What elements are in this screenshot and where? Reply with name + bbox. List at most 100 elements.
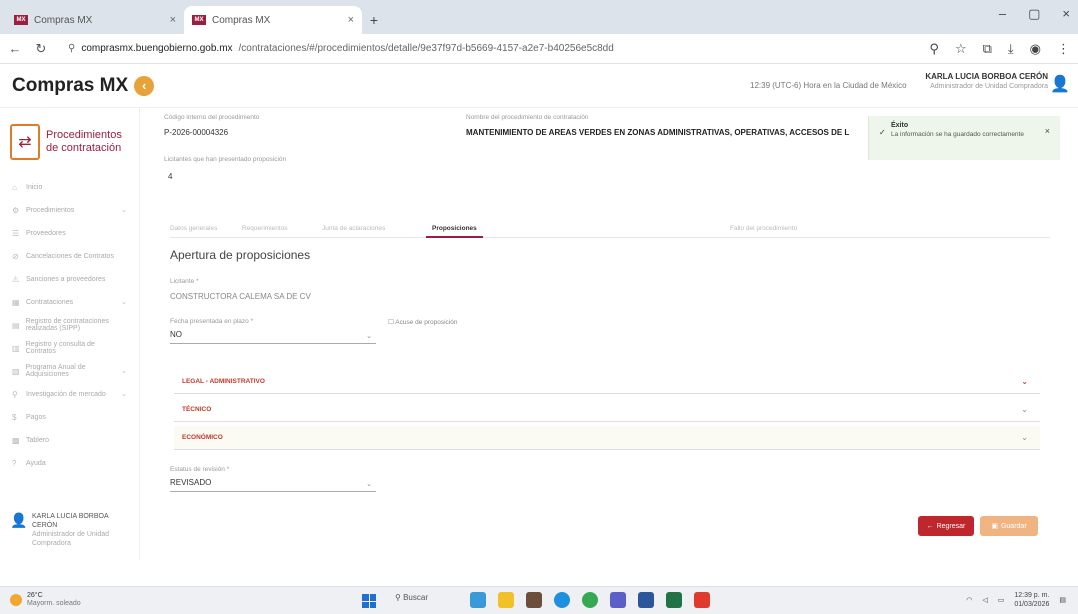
nav-item-icon: ⌂ (12, 182, 17, 192)
taskbar-search[interactable]: ⚲ Buscar (395, 593, 428, 602)
sidebar-item-label: Ayuda (26, 459, 46, 467)
back-button[interactable]: ← Regresar (918, 516, 974, 536)
section-legal[interactable]: LEGAL - ADMINISTRATIVO ⌄ (174, 370, 1040, 394)
sidebar-item[interactable]: ▩ Tablero (0, 429, 139, 451)
start-button[interactable] (362, 594, 376, 608)
chevron-down-icon: ⌄ (121, 391, 127, 398)
back-arrow-icon[interactable]: ← (8, 41, 22, 56)
save-button-label: Guardar (1000, 522, 1027, 530)
sidebar-item-label: Registro de contrataciones realizadas (S… (25, 318, 109, 332)
weather-widget[interactable]: 26°C Mayorm. soleado (10, 592, 81, 608)
app-widgets-icon[interactable] (470, 592, 486, 608)
sidebar-item[interactable]: ▧ Programa Anual de Adquisiciones ⌄ (0, 360, 139, 382)
sidebar-item[interactable]: ▥ Registro y consulta de Contratos (0, 337, 139, 359)
chevron-down-icon: ⌄ (1021, 433, 1028, 442)
procedures-module-icon: ⇄ (10, 124, 40, 160)
sidebar-item[interactable]: ⚲ Investigación de mercado ⌄ (0, 383, 139, 405)
excel-icon[interactable] (666, 592, 682, 608)
close-icon[interactable]: × (1045, 126, 1050, 136)
teams-icon[interactable] (610, 592, 626, 608)
check-icon: ✓ (879, 128, 886, 137)
new-tab-button[interactable]: + (362, 6, 386, 34)
chevron-down-icon: ⌄ (1021, 377, 1028, 386)
app-logo: Compras MX ‹ (12, 75, 155, 97)
toast-title: Éxito (891, 122, 909, 129)
menu-icon[interactable]: ⋮ (1057, 41, 1070, 57)
browser-tab-1[interactable]: MX Compras MX × (6, 6, 184, 34)
module-card: ⇄ Procedimientos de contratación (10, 116, 129, 168)
late-select[interactable]: NO ⌄ (170, 330, 376, 344)
nav-item-icon: ▧ (12, 366, 20, 376)
sidebar-item[interactable]: ▦ Contrataciones ⌄ (0, 291, 139, 313)
app-icon[interactable] (526, 592, 542, 608)
sidebar-item-label: Contrataciones (26, 298, 74, 306)
site-settings-icon[interactable]: ⚲ (68, 43, 75, 54)
profile-icon[interactable]: ◉ (1030, 41, 1041, 57)
section-tecnico[interactable]: TÉCNICO ⌄ (174, 398, 1040, 422)
address-bar: ← ↻ ⚲ comprasmx.buengobierno.gob.mx/cont… (0, 34, 1078, 64)
tab-requerimientos[interactable]: Requerimientos (242, 222, 288, 238)
header-clock: 12:39 (UTC-6) Hora en la Ciudad de Méxic… (750, 81, 907, 90)
collapse-sidebar-icon[interactable]: ‹ (134, 75, 155, 96)
section-economico-label: ECONÓMICO (182, 434, 223, 441)
sidebar-item[interactable]: ⌂ Inicio (0, 176, 139, 198)
wifi-icon[interactable]: ◠ (966, 596, 972, 604)
nav-item-icon: ⚙ (12, 205, 20, 215)
sidebar-item-label: Investigación de mercado (26, 390, 106, 398)
close-tab-icon[interactable]: × (170, 14, 176, 26)
sidebar-nav: ⌂ Inicio ⚙ Procedimientos ⌄ ☰ Proveedores ⊘ Canc… (0, 176, 139, 474)
notifications-icon[interactable]: ▤ (1059, 596, 1066, 604)
section-economico[interactable]: ECONÓMICO ⌄ (174, 426, 1040, 450)
battery-icon[interactable]: ▭ (998, 596, 1005, 604)
system-clock[interactable]: 12:39 p. m. 01/03/2026 (1014, 591, 1049, 609)
reload-icon[interactable]: ↻ (34, 41, 48, 57)
sidebar-item[interactable]: ☰ Proveedores (0, 222, 139, 244)
close-window-icon[interactable]: × (1062, 6, 1070, 22)
user-avatar-icon[interactable]: 👤 (1050, 74, 1070, 96)
nav-item-icon: ⊘ (12, 251, 19, 261)
close-tab-icon[interactable]: × (348, 14, 354, 26)
sidebar-item[interactable]: ? Ayuda (0, 452, 139, 474)
section-legal-label: LEGAL - ADMINISTRATIVO (182, 378, 265, 385)
sidebar-item[interactable]: ⚠ Sanciones a proveedores (0, 268, 139, 290)
minimize-icon[interactable]: – (999, 6, 1006, 22)
download-icon[interactable]: ⤓ (1008, 41, 1014, 57)
sidebar-user[interactable]: 👤 KARLA LUCIA BORBOA CERÓN Administrador… (10, 512, 130, 548)
browser-tab-2[interactable]: MX Compras MX × (184, 6, 362, 34)
nav-item-icon: ⚠ (12, 274, 20, 284)
sun-icon (10, 594, 22, 606)
header-user[interactable]: KARLA LUCIA BORBOA CERÓN Administrador d… (920, 72, 1048, 90)
sidebar-item[interactable]: ⊘ Cancelaciones de Contratos (0, 245, 139, 267)
extensions-icon[interactable]: ⧉ (983, 41, 992, 57)
word-icon[interactable] (638, 592, 654, 608)
sidebar-item[interactable]: ⚙ Procedimientos ⌄ (0, 199, 139, 221)
tab-datos-generales[interactable]: Datos generales (170, 222, 217, 238)
acrobat-icon[interactable] (694, 592, 710, 608)
tab-proposiciones[interactable]: Proposiciones (426, 222, 483, 238)
chrome-icon[interactable] (582, 592, 598, 608)
name-value: MANTENIMIENTO DE AREAS VERDES EN ZONAS A… (466, 128, 850, 137)
sidebar-item[interactable]: $ Pagos (0, 406, 139, 428)
volume-icon[interactable]: ◁ (982, 596, 987, 604)
header-user-role: Administrador de Unidad Compradora (930, 83, 1048, 90)
nav-item-icon: ☰ (12, 228, 20, 238)
tab-fallo[interactable]: Fallo del procedimiento (730, 222, 797, 238)
file-explorer-icon[interactable] (498, 592, 514, 608)
sidebar-user-name: KARLA LUCIA BORBOA CERÓN (32, 513, 109, 529)
maximize-icon[interactable]: ▢ (1028, 6, 1040, 22)
browser-tabbar: MX Compras MX × MX Compras MX × + – ▢ × (0, 0, 1078, 34)
chevron-down-icon: ⌄ (366, 333, 372, 340)
nav-item-icon: ? (12, 458, 17, 468)
status-select[interactable]: REVISADO ⌄ (170, 478, 376, 492)
edge-icon[interactable] (554, 592, 570, 608)
main-content: Código interno del procedimiento P-2026-… (140, 108, 1078, 560)
star-icon[interactable]: ☆ (955, 41, 967, 57)
url-field[interactable]: ⚲ comprasmx.buengobierno.gob.mx/contrata… (60, 38, 917, 60)
acuse-link[interactable]: ☐ Acuse de proposición (388, 318, 457, 326)
save-button[interactable]: ▣ Guardar (980, 516, 1038, 536)
late-label: Fecha presentada en plazo * (170, 318, 254, 325)
sidebar-item[interactable]: ▤ Registro de contrataciones realizadas (… (0, 314, 139, 336)
late-value: NO (170, 330, 182, 339)
zoom-icon[interactable]: ⚲ (929, 41, 939, 57)
tab-junta-aclaraciones[interactable]: Junta de aclaraciones (322, 222, 385, 238)
